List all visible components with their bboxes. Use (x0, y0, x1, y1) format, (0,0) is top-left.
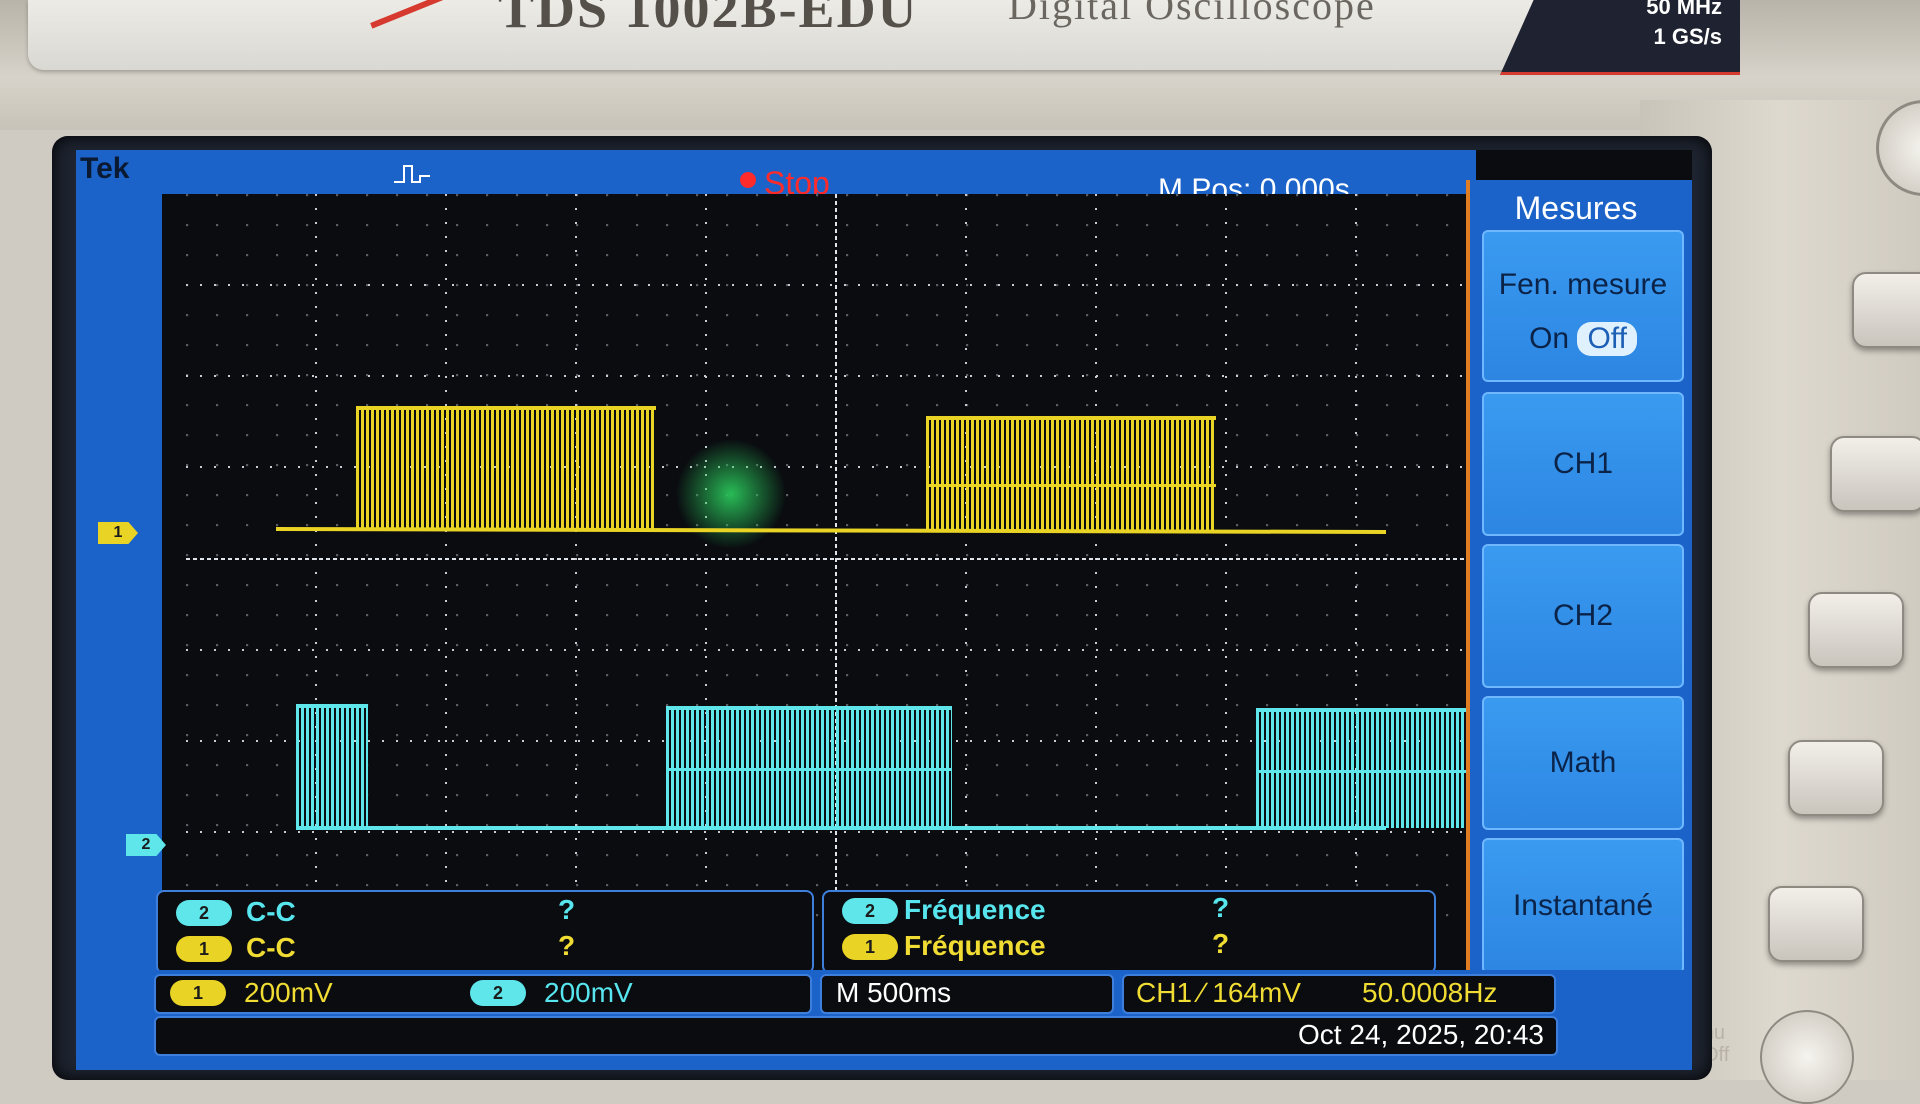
brand-label: Tek (80, 152, 130, 185)
meas-channel-badge: 1 (842, 934, 898, 960)
model-subtitle: Digital Oscilloscope (1008, 0, 1376, 28)
meas-channel-badge: 1 (176, 936, 232, 962)
meas-type: Fréquence (904, 930, 1046, 961)
on-option: On (1529, 322, 1570, 355)
screen-glare (676, 439, 786, 549)
model-label-strip: TDS 1002B-EDU Digital Oscilloscope (28, 0, 1736, 70)
on-off-selector: On Off (1484, 322, 1682, 356)
measure-window-toggle[interactable]: Fen. mesure On Off (1482, 230, 1684, 382)
frequency-readout: 2 Fréquence ? 1 Fréquence ? (822, 890, 1436, 974)
option-key-1[interactable] (1852, 272, 1920, 348)
meas-channel-badge: 2 (842, 898, 898, 924)
graticule-grid (186, 194, 1486, 924)
option-key-3[interactable] (1808, 592, 1904, 668)
meas-channel-badge: 2 (176, 900, 232, 926)
menu-ch1-button[interactable]: CH1 (1482, 392, 1684, 536)
menu-ch2-button[interactable]: CH2 (1482, 544, 1684, 688)
trigger-icon (394, 165, 430, 183)
stop-indicator-icon (740, 172, 756, 188)
menu-math-button[interactable]: Math (1482, 696, 1684, 830)
peak-to-peak-readout: 2 C-C ? 1 C-C ? (156, 890, 814, 974)
waveform-display (186, 194, 1486, 924)
option-key-5[interactable] (1768, 886, 1864, 962)
meas-type: C-C (246, 896, 296, 927)
brand-swoosh (370, 0, 456, 29)
menu-snapshot-button[interactable]: Instantané (1482, 838, 1684, 974)
off-option-selected: Off (1577, 322, 1637, 356)
status-bar: Tek Stop M Pos: 0.000s (76, 150, 1476, 206)
channel-marker-strip (76, 150, 162, 1070)
option-key-2[interactable] (1830, 436, 1920, 512)
spec-badge: 50 MHz 1 GS/s (1500, 0, 1740, 75)
meas-value: ? (1212, 928, 1230, 959)
model-name: TDS 1002B-EDU (498, 0, 919, 39)
meas-type: C-C (246, 932, 296, 963)
meas-type: Fréquence (904, 894, 1046, 925)
meas-value: ? (1212, 892, 1230, 923)
meas-value: ? (558, 894, 576, 925)
measure-window-label: Fen. mesure (1498, 268, 1668, 301)
option-key-4[interactable] (1788, 740, 1884, 816)
sample-rate-spec: 1 GS/s (1653, 24, 1722, 49)
bandwidth-spec: 50 MHz (1646, 0, 1722, 19)
oscilloscope-screen: Tek Stop M Pos: 0.000s 1 2 Mesures Fen. … (76, 150, 1692, 1070)
menu-on-off-button[interactable] (1760, 1010, 1854, 1104)
meas-value: ? (558, 930, 576, 961)
menu-title: Mesures (1514, 190, 1638, 226)
